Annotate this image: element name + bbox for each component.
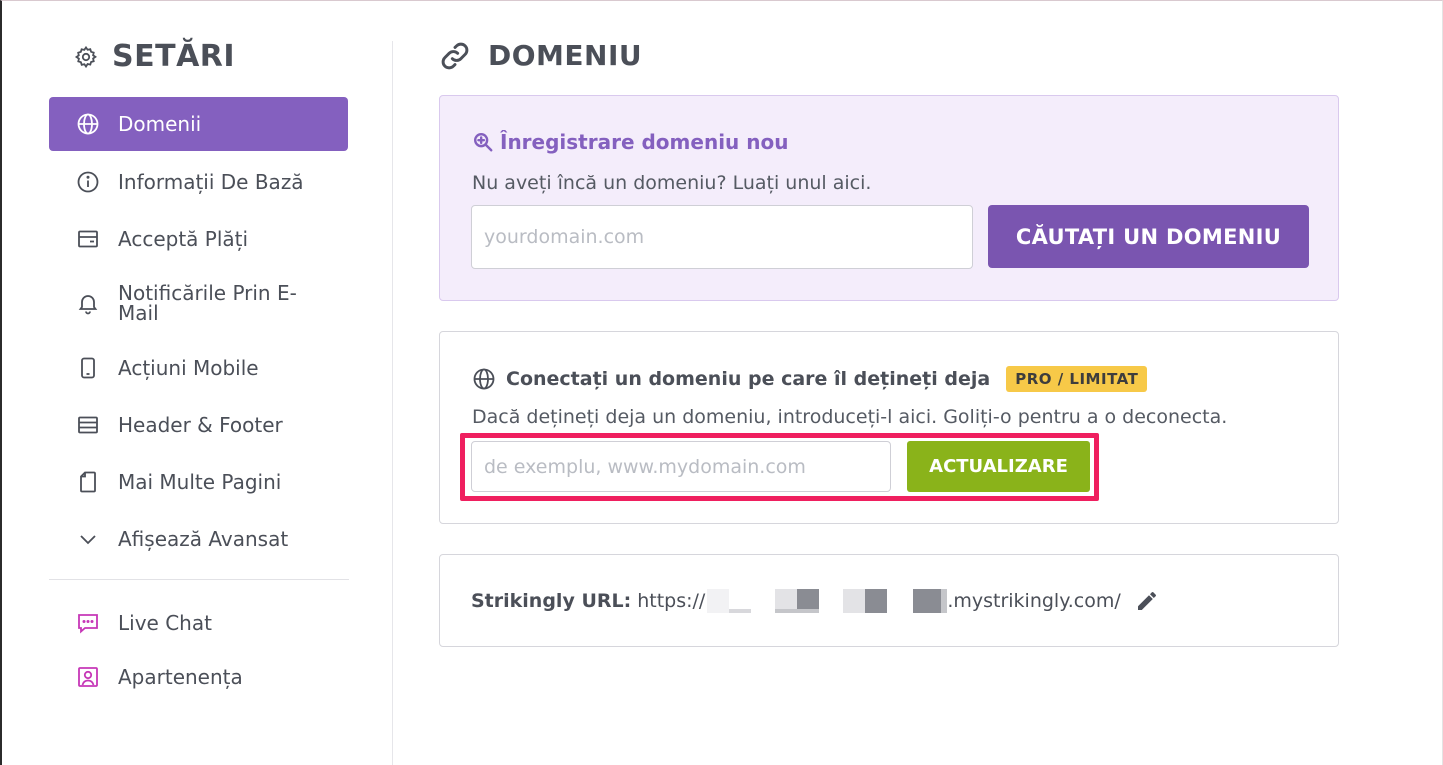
app-window: SETĂRI Domenii Informații De Bază Accept…	[0, 0, 1443, 765]
mobile-icon	[81, 357, 95, 379]
strikingly-url-row: Strikingly URL: https:// .mystrikingly.c…	[471, 589, 1159, 613]
connect-subtitle: Dacă dețineți deja un domeniu, introduce…	[472, 406, 1228, 428]
gear-icon	[74, 45, 97, 68]
url-label: Strikingly URL:	[471, 590, 632, 612]
sidebar-item-label: Acceptă Plăți	[118, 227, 249, 251]
bell-icon	[78, 295, 98, 315]
search-domain-button[interactable]: CĂUTAȚI UN DOMENIU	[988, 205, 1309, 268]
connect-heading-text: Conectați un domeniu pe care îl dețineți…	[506, 368, 991, 390]
sidebar-item-live-chat[interactable]: Live Chat	[49, 596, 348, 650]
page-icon	[80, 471, 96, 493]
sidebar-title-text: SETĂRI	[112, 39, 236, 74]
register-domain-input[interactable]	[471, 205, 973, 269]
link-icon	[441, 42, 469, 69]
pro-badge: PRO / LIMITAT	[1006, 366, 1148, 392]
sidebar-item-label: Mai Multe Pagini	[118, 470, 282, 494]
sidebar-item-label: Header & Footer	[118, 413, 283, 437]
globe-icon	[77, 113, 99, 135]
redacted-subdomain	[705, 589, 948, 613]
sidebar-item-label: Acțiuni Mobile	[118, 356, 259, 380]
search-plus-icon	[474, 133, 493, 152]
register-domain-card: Înregistrare domeniu nou Nu aveți încă u…	[439, 95, 1339, 301]
connect-heading: Conectați un domeniu pe care îl dețineți…	[472, 366, 1148, 392]
info-icon	[77, 171, 99, 193]
page-title-text: DOMENIU	[488, 39, 643, 72]
page-title: DOMENIU	[439, 39, 642, 72]
register-heading-text: Înregistrare domeniu nou	[500, 130, 789, 154]
member-icon	[78, 667, 98, 687]
url-suffix: .mystrikingly.com/	[947, 590, 1121, 612]
sidebar-item-domenii[interactable]: Domenii	[49, 97, 348, 151]
globe-icon	[473, 368, 495, 390]
strikingly-url-card: Strikingly URL: https:// .mystrikingly.c…	[439, 554, 1339, 647]
sidebar-item-label: Informații De Bază	[118, 170, 304, 194]
sidebar-item-label: Apartenența	[118, 665, 243, 689]
layout-icon	[78, 416, 98, 434]
sidebar-divider	[49, 579, 349, 580]
sidebar-item-label: Afișează Avansat	[118, 527, 289, 551]
sidebar-item-informatii[interactable]: Informații De Bază	[49, 155, 348, 209]
sidebar-item-plati[interactable]: Acceptă Plăți	[49, 212, 348, 266]
sidebar-item-header-footer[interactable]: Header & Footer	[49, 398, 348, 452]
sidebar-item-notificari[interactable]: Notificările Prin E-Mail	[49, 275, 348, 331]
sidebar-item-label: Live Chat	[118, 611, 212, 635]
sidebar-item-pagini[interactable]: Mai Multe Pagini	[49, 455, 348, 509]
sidebar-item-label: Notificările Prin E-Mail	[118, 281, 297, 325]
connect-domain-card: Conectați un domeniu pe care îl dețineți…	[439, 331, 1339, 524]
sidebar-item-label: Domenii	[118, 112, 202, 136]
settings-sidebar: SETĂRI Domenii Informații De Bază Accept…	[49, 1, 349, 765]
connect-domain-input[interactable]	[471, 441, 891, 492]
sidebar-item-avansat[interactable]: Afișează Avansat	[49, 512, 348, 566]
url-prefix: https://	[637, 590, 706, 612]
wallet-icon	[78, 230, 98, 248]
sidebar-item-mobile[interactable]: Acțiuni Mobile	[49, 341, 348, 395]
register-subtitle: Nu aveți încă un domeniu? Luați unul aic…	[472, 172, 872, 194]
chevron-down-icon	[80, 535, 96, 545]
vertical-divider	[392, 41, 393, 765]
pencil-icon[interactable]	[1135, 589, 1159, 613]
update-button[interactable]: ACTUALIZARE	[907, 441, 1090, 492]
sidebar-title: SETĂRI	[74, 39, 235, 74]
chat-icon	[78, 614, 98, 634]
sidebar-item-apartenenta[interactable]: Apartenența	[49, 650, 348, 704]
register-heading: Înregistrare domeniu nou	[472, 130, 788, 154]
